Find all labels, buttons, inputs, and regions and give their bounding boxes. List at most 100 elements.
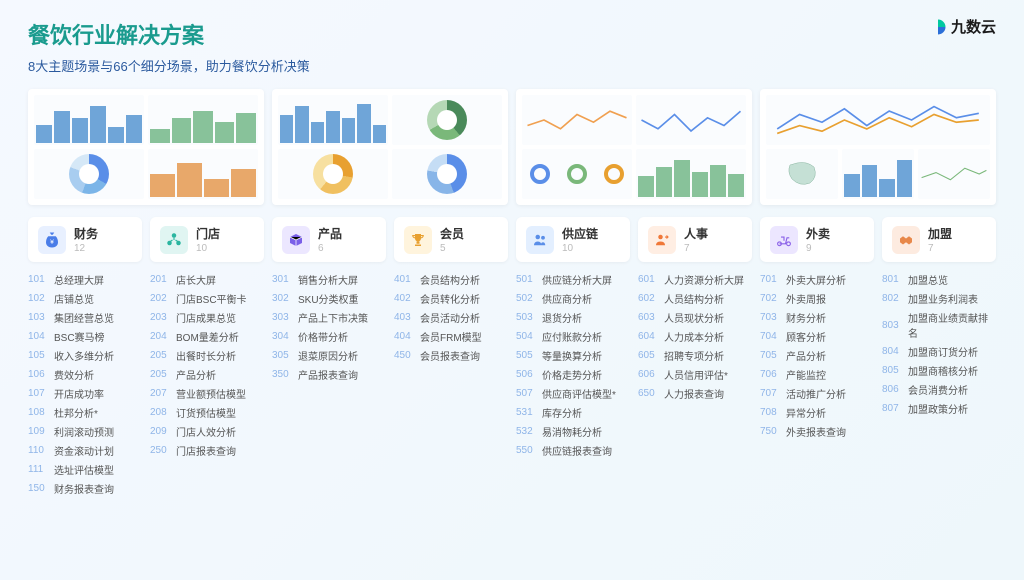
list-item[interactable]: 708异常分析	[760, 405, 874, 420]
item-text: 价格走势分析	[542, 367, 602, 382]
category-card[interactable]: 人事 7	[638, 217, 752, 262]
list-item[interactable]: 750外卖报表查询	[760, 424, 874, 439]
category-card[interactable]: 加盟 7	[882, 217, 996, 262]
handshake-icon	[892, 226, 920, 254]
dashboard-card[interactable]	[28, 89, 264, 205]
list-item[interactable]: 603人员现状分析	[638, 310, 752, 325]
list-item[interactable]: 404会员FRM模型	[394, 329, 508, 344]
list-item[interactable]: 209门店人效分析	[150, 424, 264, 439]
list-item[interactable]: 106费效分析	[28, 367, 142, 382]
dashboard-card[interactable]	[516, 89, 752, 205]
list-item[interactable]: 801加盟总览	[882, 272, 996, 287]
item-text: 供应链报表查询	[542, 443, 612, 458]
list-item[interactable]: 507供应商评估模型*	[516, 386, 630, 401]
category-card[interactable]: 门店 10	[150, 217, 264, 262]
list-item[interactable]: 150财务报表查询	[28, 481, 142, 496]
item-text: 会员报表查询	[420, 348, 480, 363]
list-item[interactable]: 302SKU分类权重	[272, 291, 386, 306]
list-item[interactable]: 803加盟商业绩贡献排名	[882, 310, 996, 340]
list-item[interactable]: 203门店成果总览	[150, 310, 264, 325]
list-item[interactable]: 301销售分析大屏	[272, 272, 386, 287]
list-item[interactable]: 532易消物耗分析	[516, 424, 630, 439]
list-item[interactable]: 805加盟商稽核分析	[882, 363, 996, 378]
list-item[interactable]: 305退菜原因分析	[272, 348, 386, 363]
list-item[interactable]: 350产品报表查询	[272, 367, 386, 382]
category-count: 10	[562, 243, 598, 254]
list-item[interactable]: 208订货预估模型	[150, 405, 264, 420]
list-item[interactable]: 531库存分析	[516, 405, 630, 420]
list-item[interactable]: 403会员活动分析	[394, 310, 508, 325]
list-item[interactable]: 701外卖大屏分析	[760, 272, 874, 287]
list-item[interactable]: 602人员结构分析	[638, 291, 752, 306]
list-item[interactable]: 402会员转化分析	[394, 291, 508, 306]
list-item[interactable]: 705产品分析	[760, 348, 874, 363]
list-item[interactable]: 806会员消费分析	[882, 382, 996, 397]
list-item[interactable]: 650人力报表查询	[638, 386, 752, 401]
dashboard-card[interactable]	[760, 89, 996, 205]
category-card[interactable]: 外卖 9	[760, 217, 874, 262]
list-item[interactable]: 450会员报表查询	[394, 348, 508, 363]
item-text: 店长大屏	[176, 272, 216, 287]
list-item[interactable]: 107开店成功率	[28, 386, 142, 401]
list-item[interactable]: 706产能监控	[760, 367, 874, 382]
list-item[interactable]: 201店长大屏	[150, 272, 264, 287]
item-number: 110	[28, 445, 48, 456]
list-item[interactable]: 250门店报表查询	[150, 443, 264, 458]
list-item[interactable]: 504应付账款分析	[516, 329, 630, 344]
list-item[interactable]: 205产品分析	[150, 367, 264, 382]
list-item[interactable]: 804加盟商订货分析	[882, 344, 996, 359]
list-item[interactable]: 703财务分析	[760, 310, 874, 325]
list-item[interactable]: 604人力成本分析	[638, 329, 752, 344]
category-card[interactable]: 供应链 10	[516, 217, 630, 262]
category-count: 9	[806, 243, 830, 254]
category-card[interactable]: 产品 6	[272, 217, 386, 262]
item-number: 705	[760, 350, 780, 361]
list-item[interactable]: 103集团经营总览	[28, 310, 142, 325]
list-item[interactable]: 401会员结构分析	[394, 272, 508, 287]
list-item[interactable]: 111选址评估模型	[28, 462, 142, 477]
list-item[interactable]: 205出餐时长分析	[150, 348, 264, 363]
list-item[interactable]: 503退货分析	[516, 310, 630, 325]
list-item[interactable]: 807加盟政策分析	[882, 401, 996, 416]
list-item[interactable]: 303产品上下市决策	[272, 310, 386, 325]
list-item[interactable]: 506 价格走势分析	[516, 367, 630, 382]
list-item[interactable]: 207营业额预估模型	[150, 386, 264, 401]
list-item[interactable]: 502供应商分析	[516, 291, 630, 306]
list-item[interactable]: 101总经理大屏	[28, 272, 142, 287]
list-item[interactable]: 204BOM量差分析	[150, 329, 264, 344]
list-item[interactable]: 550供应链报表查询	[516, 443, 630, 458]
list-item[interactable]: 501供应链分析大屏	[516, 272, 630, 287]
list-item[interactable]: 102店铺总览	[28, 291, 142, 306]
item-number: 605	[638, 350, 658, 361]
dashboard-card[interactable]	[272, 89, 508, 205]
list-item[interactable]: 202门店BSC平衡卡	[150, 291, 264, 306]
list-item[interactable]: 104BSC赛马榜	[28, 329, 142, 344]
category-card[interactable]: ¥ 财务 12	[28, 217, 142, 262]
store-icon	[160, 226, 188, 254]
list-item[interactable]: 110资金滚动计划	[28, 443, 142, 458]
item-text: 人员信用评估*	[664, 367, 728, 382]
list-item[interactable]: 606人员信用评估*	[638, 367, 752, 382]
list-item[interactable]: 704顾客分析	[760, 329, 874, 344]
list-item[interactable]: 605招聘专项分析	[638, 348, 752, 363]
list-item[interactable]: 505等量换算分析	[516, 348, 630, 363]
item-number: 105	[28, 350, 48, 361]
list-item[interactable]: 802加盟业务利润表	[882, 291, 996, 306]
item-number: 802	[882, 293, 902, 304]
list-item[interactable]: 601人力资源分析大屏	[638, 272, 752, 287]
item-number: 532	[516, 426, 536, 437]
item-number: 804	[882, 346, 902, 357]
item-text: 门店成果总览	[176, 310, 236, 325]
list-item[interactable]: 105收入多维分析	[28, 348, 142, 363]
category-card[interactable]: 会员 5	[394, 217, 508, 262]
item-text: 财务报表查询	[54, 481, 114, 496]
list-item[interactable]: 304价格带分析	[272, 329, 386, 344]
list-item[interactable]: 108杜邦分析*	[28, 405, 142, 420]
item-text: 营业额预估模型	[176, 386, 246, 401]
item-number: 506	[516, 369, 536, 380]
item-text: 会员消费分析	[908, 382, 968, 397]
list-item[interactable]: 109利润滚动预测	[28, 424, 142, 439]
list-item[interactable]: 707活动推广分析	[760, 386, 874, 401]
category-count: 12	[74, 243, 98, 254]
list-item[interactable]: 702外卖周报	[760, 291, 874, 306]
